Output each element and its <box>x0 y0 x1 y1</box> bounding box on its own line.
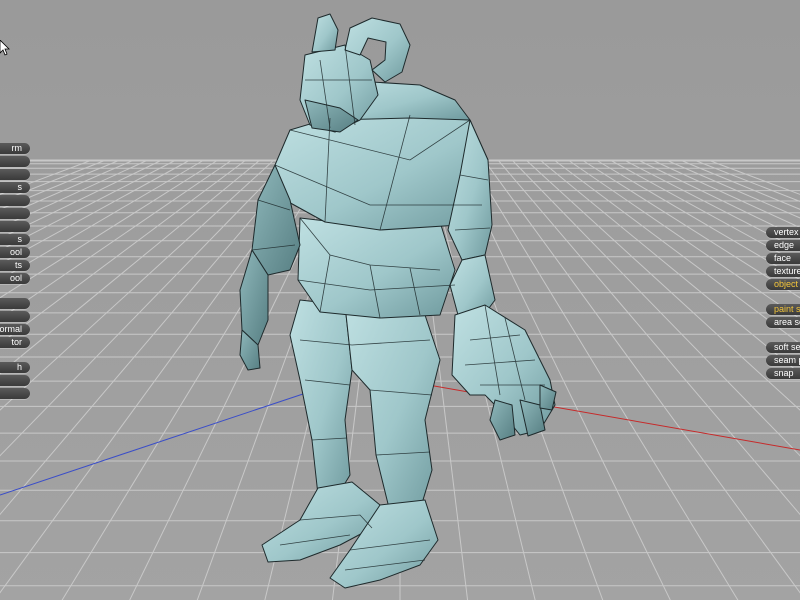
right-mode-button[interactable]: area se <box>766 317 800 328</box>
right-mode-button-label: area se <box>774 317 800 327</box>
right-mode-button-label: soft se <box>774 342 800 352</box>
right-mode-button[interactable]: texture <box>766 266 800 277</box>
right-mode-button[interactable]: face <box>766 253 800 264</box>
left-tool-button[interactable]: ool <box>0 273 30 284</box>
right-mode-button-label: vertex <box>774 227 799 237</box>
left-tool-button[interactable]: rm <box>0 143 30 154</box>
3d-viewport[interactable]: rm s s ool ts ool ormal tor h vertex edge face text… <box>0 0 800 600</box>
left-tool-button-label: s <box>17 182 23 192</box>
left-tool-button[interactable] <box>0 388 30 399</box>
left-tool-button[interactable] <box>0 298 30 309</box>
left-tool-button[interactable]: h <box>0 362 30 373</box>
left-tool-button[interactable] <box>0 375 30 386</box>
left-tool-button-label: h <box>16 362 22 372</box>
left-tool-button[interactable]: ormal <box>0 324 30 335</box>
right-mode-button-label: edge <box>774 240 795 250</box>
right-mode-button-label: texture <box>774 266 800 276</box>
mesh-left-leg <box>289 299 353 501</box>
left-tool-button[interactable] <box>0 195 30 206</box>
left-tool-button-label: ts <box>14 260 22 270</box>
left-tool-button[interactable]: s <box>0 182 30 193</box>
left-tool-button-label: tor <box>11 337 22 347</box>
left-tool-button[interactable]: s <box>0 234 30 245</box>
left-tool-button-label: rm <box>11 143 23 153</box>
left-tool-button-label: ormal <box>0 324 22 334</box>
left-tool-button-label: ool <box>9 247 22 257</box>
character-mesh <box>239 13 557 589</box>
left-tool-button[interactable]: ool <box>0 247 30 258</box>
x-axis-line <box>399 379 800 451</box>
left-tool-button-label: ool <box>9 273 22 283</box>
right-mode-button[interactable]: snap <box>766 368 800 379</box>
arrow-cursor-icon <box>0 40 10 56</box>
right-mode-button-label: seam p <box>774 355 800 365</box>
right-mode-button[interactable]: soft se <box>766 342 800 353</box>
right-mode-button-label: snap <box>774 368 794 378</box>
left-tool-button[interactable] <box>0 169 30 180</box>
right-mode-button[interactable]: edge <box>766 240 800 251</box>
z-axis-line <box>0 384 331 496</box>
mesh-left-horn <box>311 13 339 53</box>
right-mode-button[interactable]: seam p <box>766 355 800 366</box>
right-mode-button[interactable]: paint se <box>766 304 800 315</box>
left-tool-button[interactable] <box>0 156 30 167</box>
left-tool-button[interactable]: ts <box>0 260 30 271</box>
left-tool-button[interactable] <box>0 311 30 322</box>
left-tool-button[interactable]: tor <box>0 337 30 348</box>
mesh-right-finger-1 <box>489 399 516 441</box>
right-mode-button[interactable]: object <box>766 279 800 290</box>
left-tool-button[interactable] <box>0 221 30 232</box>
right-mode-button-label: face <box>774 253 792 263</box>
left-tool-button-label: s <box>17 234 23 244</box>
right-mode-button[interactable]: vertex <box>766 227 800 238</box>
left-tool-button[interactable] <box>0 208 30 219</box>
right-mode-button-label: object <box>774 279 799 289</box>
right-mode-button-label: paint se <box>774 304 800 314</box>
scene-canvas[interactable] <box>0 0 800 600</box>
